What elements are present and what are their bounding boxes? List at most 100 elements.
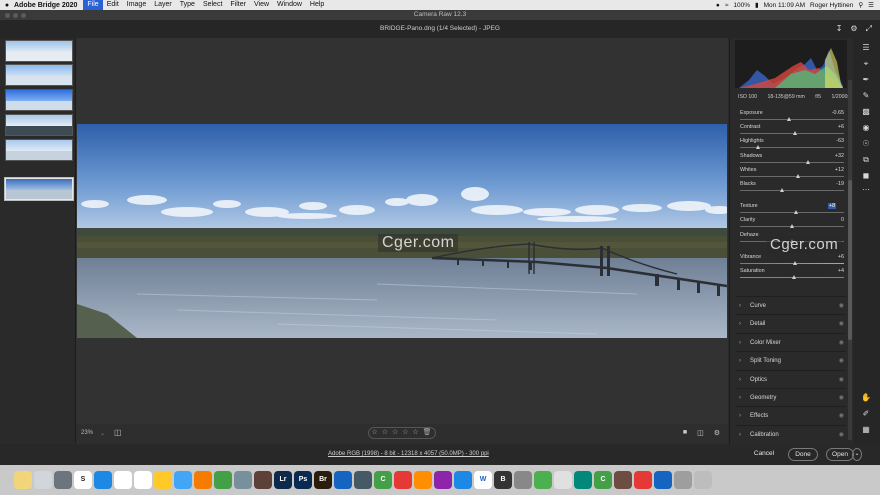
brush-icon[interactable]: ✎ (859, 90, 873, 102)
sampler-icon[interactable]: ✐ (859, 408, 873, 420)
menu-select[interactable]: Select (199, 0, 226, 10)
eye-icon[interactable]: ◉ (839, 297, 844, 315)
filmstrip-thumb-1[interactable] (5, 40, 73, 62)
app-s-icon[interactable]: S (74, 471, 92, 489)
menu-type[interactable]: Type (176, 0, 199, 10)
slider-handle[interactable] (792, 131, 797, 136)
b-app-icon[interactable]: B (494, 471, 512, 489)
finder-icon[interactable] (14, 471, 32, 489)
red-eye-icon[interactable]: ☉ (859, 138, 873, 150)
app-blue-icon[interactable] (454, 471, 472, 489)
slider-track[interactable] (740, 189, 844, 191)
slider-contrast[interactable]: Contrast +6 (738, 124, 846, 138)
section-detail[interactable]: › Detail ◉ (736, 314, 846, 332)
slider-blacks[interactable]: Blacks -19 (738, 181, 846, 195)
slider-clarity[interactable]: Clarity 0 (738, 217, 846, 231)
slider-value[interactable]: +4 (824, 268, 844, 274)
zoom-dropdown-icon[interactable]: ⌄ (100, 430, 105, 437)
settings-gear-icon[interactable]: ⚙ (850, 20, 857, 38)
apple-icon[interactable]: ● (0, 2, 14, 9)
done-button[interactable]: Done (788, 448, 818, 461)
more-options-icon[interactable]: ⋯ (859, 184, 873, 196)
panel-scrollbar[interactable] (848, 80, 852, 440)
menu-filter[interactable]: Filter (226, 0, 250, 10)
slider-value[interactable]: +32 (824, 153, 844, 159)
menubar-clock[interactable]: Mon 11:09 AM (764, 2, 805, 9)
slider-value[interactable]: -63 (824, 138, 844, 144)
crop-icon[interactable]: ⌖ (859, 58, 873, 70)
downloads-icon[interactable] (674, 471, 692, 489)
slider-value[interactable]: 0 (824, 217, 844, 223)
slider-value[interactable]: +6 (824, 254, 844, 260)
app-green-icon[interactable] (534, 471, 552, 489)
app-teal-icon[interactable] (574, 471, 592, 489)
app-gray-icon[interactable] (514, 471, 532, 489)
cube-icon[interactable] (334, 471, 352, 489)
slider-value[interactable]: +12 (824, 167, 844, 173)
zoom-level[interactable]: 23% (81, 430, 93, 436)
slider-handle[interactable] (756, 145, 761, 150)
control-center-icon[interactable]: ☰ (868, 1, 874, 9)
section-effects[interactable]: › Effects ◉ (736, 406, 846, 424)
spotlight-icon[interactable]: ⚲ (858, 1, 863, 9)
slider-highlights[interactable]: Highlights -63 (738, 138, 846, 152)
section-optics[interactable]: › Optics ◉ (736, 369, 846, 388)
slider-whites[interactable]: Whites +12 (738, 167, 846, 181)
wifi-icon[interactable]: ≈ (725, 2, 729, 9)
open-button[interactable]: Open (826, 448, 854, 461)
eye-icon[interactable]: ◉ (839, 315, 844, 333)
filmstrip-thumb-3[interactable] (5, 89, 73, 111)
slider-texture[interactable]: Texture +8 (738, 203, 846, 217)
books-icon[interactable] (414, 471, 432, 489)
app-grid-icon[interactable] (234, 471, 252, 489)
slider-value[interactable]: -19 (824, 181, 844, 187)
slider-track[interactable] (740, 161, 844, 163)
presets-icon[interactable]: ◼ (859, 170, 873, 182)
scrollbar-thumb[interactable] (848, 180, 852, 340)
calendar-icon[interactable] (554, 471, 572, 489)
slider-track[interactable] (740, 119, 844, 120)
slider-handle[interactable] (789, 224, 794, 229)
eye-icon[interactable]: ◉ (839, 352, 844, 370)
slider-handle[interactable] (792, 260, 797, 265)
slider-handle[interactable] (795, 173, 800, 178)
battery-percent[interactable]: 100% (733, 2, 750, 9)
butterfly-icon[interactable] (174, 471, 192, 489)
section-color-mixer[interactable]: › Color Mixer ◉ (736, 332, 846, 351)
menu-help[interactable]: Help (306, 0, 328, 10)
radial-filter-icon[interactable]: ◉ (859, 122, 873, 134)
slider-handle[interactable] (791, 274, 796, 279)
app-purple-icon[interactable] (434, 471, 452, 489)
panorama-photo[interactable] (77, 124, 727, 338)
eye-icon[interactable]: ◉ (839, 389, 844, 407)
todoist-icon[interactable] (634, 471, 652, 489)
slider-handle[interactable] (780, 187, 785, 192)
save-image-icon[interactable]: ↧ (836, 20, 843, 38)
filmstrip-thumb-5[interactable] (5, 139, 73, 161)
slider-saturation[interactable]: Saturation +4 (738, 268, 846, 282)
snapshots-icon[interactable]: ⧉ (859, 154, 873, 166)
star-rating[interactable]: ☆ ☆ ☆ ☆ ☆ 🗑 (368, 427, 436, 439)
safari-icon[interactable] (94, 471, 112, 489)
bridge-icon[interactable]: Br (314, 471, 332, 489)
slider-value[interactable]: +6 (824, 124, 844, 130)
section-calibration[interactable]: › Calibration ◉ (736, 424, 846, 444)
open-options-icon[interactable]: ⌄ (852, 448, 862, 461)
spot-removal-icon[interactable]: ✒ (859, 74, 873, 86)
lightroom-classic-icon[interactable]: Lr (274, 471, 292, 489)
fullscreen-icon[interactable]: ⤢ (866, 20, 872, 38)
slider-track[interactable] (740, 212, 844, 214)
menu-edit[interactable]: Edit (103, 0, 123, 10)
menu-view[interactable]: View (250, 0, 273, 10)
launchpad-icon[interactable] (34, 471, 52, 489)
eye-icon[interactable]: ◉ (839, 426, 844, 444)
slider-vibrance[interactable]: Vibrance +6 (738, 254, 846, 268)
compare-view-icon[interactable]: ◫ (697, 429, 704, 437)
cancel-button[interactable]: Cancel (748, 448, 780, 461)
slider-value[interactable]: -0.65 (824, 110, 844, 116)
before-after-icon[interactable]: ■ (683, 429, 687, 437)
section-split-toning[interactable]: › Split Toning ◉ (736, 351, 846, 369)
filmstrip-thumb-selected[interactable] (4, 177, 74, 201)
hand-tool-icon[interactable]: ✋ (859, 392, 873, 404)
slider-handle[interactable] (793, 210, 798, 215)
